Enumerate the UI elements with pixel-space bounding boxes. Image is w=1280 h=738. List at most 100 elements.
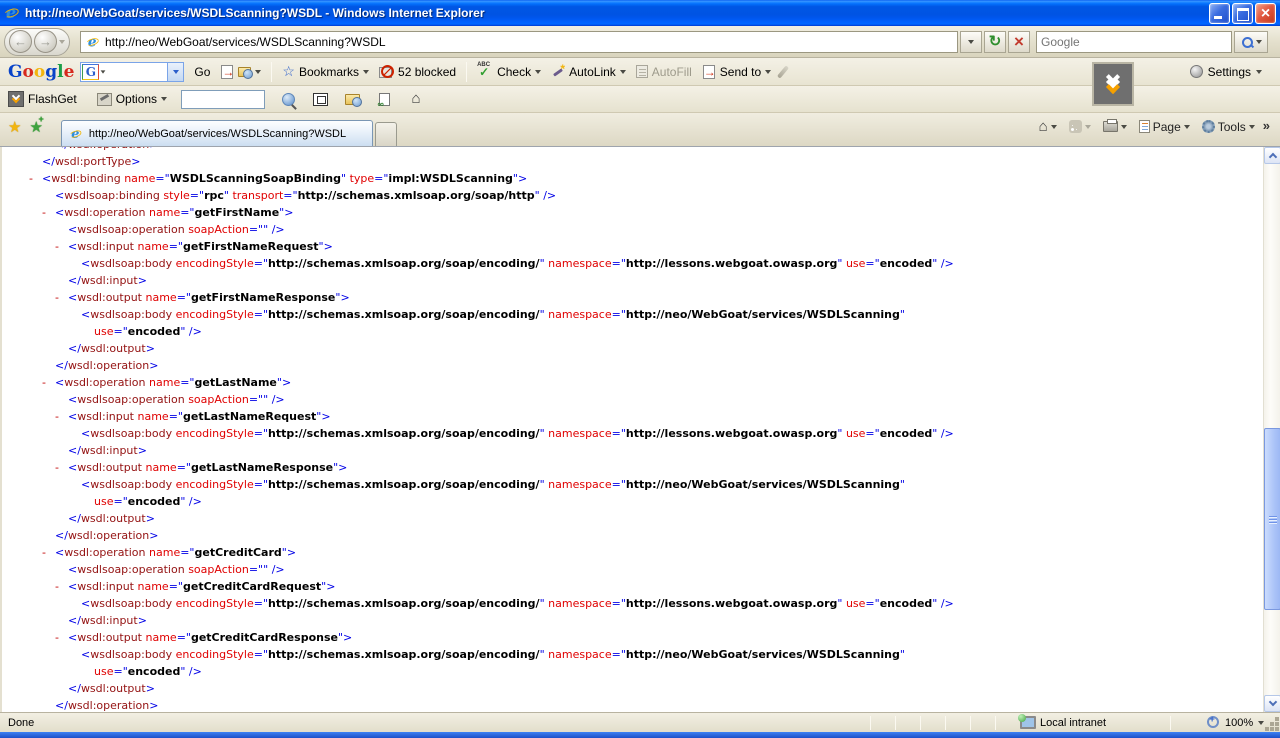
scroll-up-button[interactable] [1264,147,1280,164]
search-options-dropdown-icon[interactable] [1256,40,1262,44]
autofill-icon [636,65,648,78]
forward-button[interactable]: → [34,30,57,53]
flashget-capture-button[interactable] [311,90,329,108]
xml-line: </wsdl:input> [2,612,1261,629]
print-button[interactable] [1099,119,1131,134]
highlighter-button [781,65,785,79]
print-dropdown-icon[interactable] [1121,125,1127,129]
xml-line: -<wsdl:output name="getFirstNameResponse… [2,289,1261,306]
collapse-marker[interactable]: - [29,170,33,187]
google-logo: Google [8,62,74,82]
stop-button[interactable]: × [1008,31,1030,53]
active-tab[interactable]: e http://neo/WebGoat/services/WSDLScanni… [61,120,373,146]
collapse-marker[interactable]: - [55,578,59,595]
minimize-button[interactable] [1209,3,1230,24]
flashget-download-all-button[interactable] [375,90,393,108]
page-dropdown-icon[interactable] [1184,125,1190,129]
address-field[interactable]: e [80,31,958,53]
google-go-button[interactable]: Go [194,65,210,79]
sitesearch-dropdown-icon[interactable] [255,70,261,74]
search-news-button[interactable] [220,65,261,79]
scrollbar-grip [1269,519,1277,520]
close-button[interactable] [1255,3,1276,24]
scroll-down-button[interactable] [1264,695,1280,712]
bookmarks-button[interactable]: ☆ Bookmarks [282,63,369,80]
collapse-marker[interactable]: - [42,544,46,561]
xml-line: -<wsdl:binding name="WSDLScanningSoapBin… [2,170,1261,187]
tools-dropdown-icon[interactable] [1249,125,1255,129]
navigation-buttons: ← → [4,28,70,56]
chevron-up-icon [1268,153,1276,161]
toolbar-settings-button[interactable]: Settings [1190,65,1262,79]
flashget-button[interactable]: FlashGet [8,91,77,107]
maximize-button[interactable] [1232,3,1253,24]
home-button[interactable]: ⌂ [1035,118,1061,136]
xml-line: <wsdlsoap:body encodingStyle="http://sch… [2,646,1261,663]
back-button[interactable]: ← [9,30,32,53]
autolink-dropdown-icon[interactable] [620,70,626,74]
scrollbar-thumb[interactable] [1264,428,1280,610]
search-history-dropdown[interactable] [167,63,183,81]
google-search-combo[interactable]: G [80,62,184,82]
news-icon [220,65,234,79]
autolink-button[interactable]: AutoLink [551,65,626,79]
tab-favicon: e [70,127,83,140]
search-go-button[interactable] [1234,31,1268,53]
settings-dropdown-icon[interactable] [1256,70,1262,74]
g-dropdown-icon[interactable] [101,70,106,73]
zoom-dropdown-icon[interactable] [1258,721,1264,725]
capture-window-icon [313,93,328,106]
flashget-options-button[interactable]: Options [97,92,167,106]
send-to-button[interactable]: Send to [702,65,771,79]
flashget-home-button[interactable]: ⌂ [407,90,425,108]
tools-menu-button[interactable]: Tools [1198,118,1259,136]
flashget-site-explorer-button[interactable] [343,90,361,108]
options-tool-icon [97,93,112,106]
folder-globe-icon [345,94,360,105]
window-controls [1209,3,1276,24]
options-dropdown-icon[interactable] [161,97,167,101]
url-input[interactable] [105,35,953,49]
collapse-marker[interactable]: - [42,374,46,391]
xml-line: <wsdlsoap:body encodingStyle="http://sch… [2,425,1261,442]
collapse-marker[interactable]: - [55,289,59,306]
vertical-scrollbar[interactable] [1263,147,1280,712]
xml-line: -<wsdl:output name="getLastNameResponse"… [2,459,1261,476]
zoom-control[interactable]: 100% [1207,716,1264,729]
add-favorite-button[interactable]: ★+ [29,118,42,136]
search-input[interactable] [1041,35,1227,49]
refresh-button[interactable]: ↻ [984,31,1006,53]
xml-line: -<wsdl:output name="getCreditCardRespons… [2,629,1261,646]
home-dropdown-icon[interactable] [1051,125,1057,129]
toolbar-separator [271,62,272,82]
flashget-url-input[interactable] [181,90,265,109]
address-dropdown-button[interactable] [960,31,982,53]
new-tab-button[interactable] [375,122,397,146]
address-bar-row: ← → e ↻ × [0,26,1280,58]
google-g-icon[interactable]: G [82,64,99,80]
collapse-marker[interactable]: - [55,629,59,646]
collapse-marker[interactable]: - [42,204,46,221]
xml-line: <wsdlsoap:operation soapAction="" /> [2,561,1261,578]
send-to-dropdown-icon[interactable] [765,70,771,74]
chevron-down-icon [1268,698,1276,706]
feeds-icon [1069,120,1082,133]
flashget-search-button[interactable] [279,90,297,108]
bookmarks-dropdown-icon[interactable] [363,70,369,74]
xml-line: <wsdlsoap:operation soapAction="" /> [2,221,1261,238]
xml-line: -<wsdl:input name="getLastNameRequest"> [2,408,1261,425]
favorites-center-button[interactable]: ★ [8,118,21,136]
resize-grip[interactable] [1275,727,1279,731]
xml-line: <wsdlsoap:body encodingStyle="http://sch… [2,476,1261,493]
command-overflow-button[interactable]: » [1263,118,1270,135]
spellcheck-dropdown-icon[interactable] [535,70,541,74]
collapse-marker[interactable]: - [55,408,59,425]
spellcheck-button[interactable]: Check [477,64,541,79]
collapse-marker[interactable]: - [55,238,59,255]
collapse-marker[interactable]: - [55,459,59,476]
page-menu-button[interactable]: Page [1135,118,1194,136]
flashget-banner-icon[interactable] [1092,62,1134,106]
search-box[interactable] [1036,31,1232,53]
recent-pages-dropdown-icon[interactable] [59,40,65,44]
popup-blocker-button[interactable]: 52 blocked [379,65,456,79]
